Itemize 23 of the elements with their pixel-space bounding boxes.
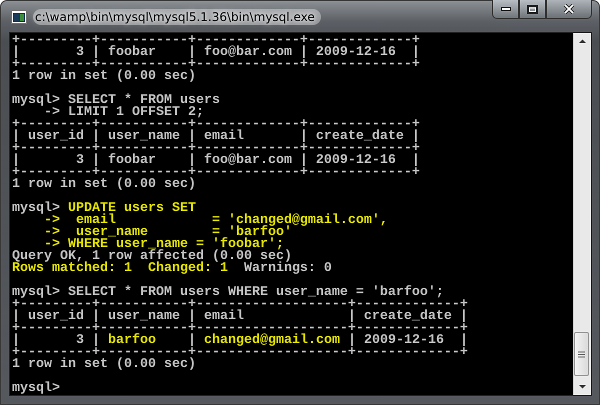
console-line: 1 row in set (0.00 sec) (12, 71, 196, 83)
console-line: | 3 | foobar | foo@bar.com | 2009-12-16 | (12, 47, 420, 59)
close-button[interactable] (546, 0, 592, 19)
console-line: | user_id | user_name | email | create_date | (12, 131, 420, 143)
console-line: mysql> SELECT * FROM users (12, 95, 220, 107)
close-icon (563, 4, 575, 14)
scroll-thumb[interactable] (574, 332, 589, 376)
console-icon (11, 10, 27, 24)
scrollbar[interactable] (573, 33, 591, 395)
maximize-icon (527, 4, 538, 14)
console-line: 1 row in set (0.00 sec) (12, 179, 196, 191)
console-line: -> LIMIT 1 OFFSET 2; (44, 107, 204, 119)
console-line: | 3 | foobar | foo@bar.com | 2009-12-16 | (12, 155, 420, 167)
console-line: Rows matched: 1 Changed: 1 Warnings: 0 (12, 263, 332, 275)
minimize-button[interactable] (492, 0, 519, 19)
console-line: | user_id | user_name | email | create_date | (12, 311, 468, 323)
console-line: | 3 | barfoo | changed@gmail.com | 2009-12-16 | (12, 335, 468, 347)
console-line: -> email = 'changed@gmail.com', (44, 215, 388, 227)
console-line: 1 row in set (0.00 sec) (12, 359, 196, 371)
minimize-icon (500, 7, 510, 11)
console-line: mysql> SELECT * FROM users WHERE user_name = 'barfoo'; (12, 287, 444, 299)
maximize-button[interactable] (519, 0, 546, 19)
console-line: mysql> (12, 383, 60, 395)
